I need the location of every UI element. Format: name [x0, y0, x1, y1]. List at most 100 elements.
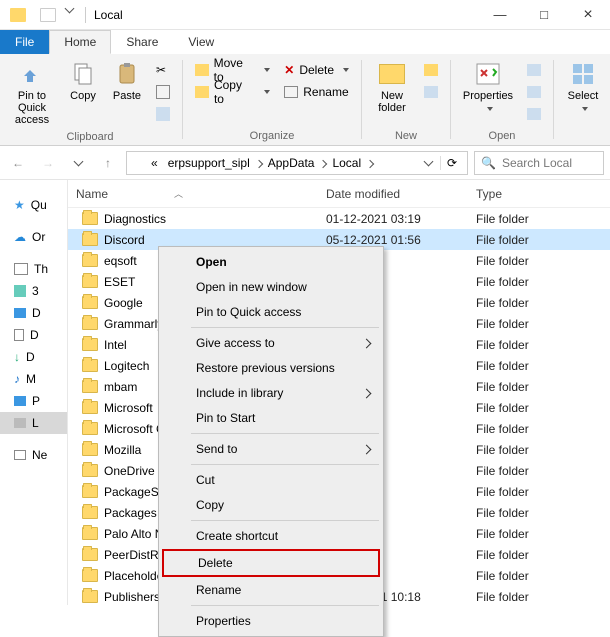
ribbon-tabs: File Home Share View: [0, 30, 610, 54]
address-bar[interactable]: « erpsupport_sipl AppData Local ⟳: [126, 151, 468, 175]
nav-documents[interactable]: D: [0, 324, 67, 346]
folder-icon: [82, 296, 98, 309]
sort-up-icon: ︿: [174, 187, 183, 200]
cm-properties[interactable]: Properties: [162, 609, 380, 633]
chevron-icon[interactable]: [320, 156, 326, 170]
chevron-icon[interactable]: [256, 156, 262, 170]
nav-desktop[interactable]: D: [0, 302, 67, 324]
tab-share[interactable]: Share: [111, 30, 173, 54]
paste-shortcut-button[interactable]: [150, 103, 176, 125]
cm-pin-start[interactable]: Pin to Start: [162, 406, 380, 430]
cm-give-access-to[interactable]: Give access to: [162, 331, 380, 355]
nav-3d-objects[interactable]: 3: [0, 280, 67, 302]
file-type: File folder: [476, 443, 610, 457]
folder-icon: [82, 443, 98, 456]
download-icon: ↓: [14, 350, 20, 364]
file-type: File folder: [476, 212, 610, 226]
copy-label: Copy: [70, 90, 96, 102]
properties-button[interactable]: Properties: [457, 57, 519, 128]
chevron-icon[interactable]: [367, 156, 373, 170]
copy-button[interactable]: Copy: [62, 57, 104, 129]
folder-icon: [82, 233, 98, 246]
history-button[interactable]: [521, 103, 547, 125]
breadcrumb-1[interactable]: erpsupport_sipl: [164, 156, 254, 170]
folder-icon: [82, 464, 98, 477]
cm-copy[interactable]: Copy: [162, 493, 380, 517]
column-type[interactable]: Type: [476, 187, 610, 201]
column-name[interactable]: Name︿: [68, 187, 326, 201]
cube-icon: [14, 285, 26, 297]
search-placeholder: Search Local: [502, 156, 572, 170]
cm-open[interactable]: Open: [162, 250, 380, 274]
easy-access-button[interactable]: [418, 81, 444, 103]
cm-rename[interactable]: Rename: [162, 578, 380, 602]
select-icon: [571, 62, 595, 86]
up-button[interactable]: ↑: [96, 151, 120, 175]
delete-ribbon-label: Delete: [299, 63, 334, 77]
nav-music[interactable]: ♪M: [0, 368, 67, 390]
tab-home[interactable]: Home: [49, 30, 111, 54]
cm-open-new-window[interactable]: Open in new window: [162, 275, 380, 299]
cm-send-to[interactable]: Send to: [162, 437, 380, 461]
copyto-icon: [195, 86, 209, 98]
paste-button[interactable]: Paste: [106, 57, 148, 129]
close-button[interactable]: ×: [566, 0, 610, 30]
star-icon: ★: [14, 198, 25, 212]
delete-button[interactable]: ✕ Delete: [278, 59, 355, 81]
address-dropdown-icon[interactable]: [423, 156, 433, 166]
cut-button[interactable]: ✂: [150, 59, 176, 81]
nav-label: D: [32, 306, 41, 320]
music-icon: ♪: [14, 372, 20, 386]
organize-group-label: Organize: [189, 128, 355, 145]
breadcrumb-3[interactable]: Local: [328, 156, 365, 170]
cm-pin-quick-access[interactable]: Pin to Quick access: [162, 300, 380, 324]
nav-pictures[interactable]: P: [0, 390, 67, 412]
maximize-button[interactable]: □: [522, 0, 566, 30]
refresh-button[interactable]: ⟳: [440, 156, 463, 170]
dropdown-icon[interactable]: [65, 3, 75, 13]
nav-local-disk[interactable]: L: [0, 412, 67, 434]
pin-to-quick-access-button[interactable]: Pin to Quick access: [4, 57, 60, 129]
file-row[interactable]: Diagnostics01-12-2021 03:19File folder: [68, 208, 610, 229]
file-type: File folder: [476, 464, 610, 478]
folder-icon: [82, 590, 98, 603]
folder-icon: [82, 380, 98, 393]
breadcrumb-2[interactable]: AppData: [264, 156, 319, 170]
copy-path-button[interactable]: [150, 81, 176, 103]
new-folder-button[interactable]: New folder: [368, 57, 416, 128]
folder-icon: [82, 527, 98, 540]
forward-button[interactable]: →: [36, 151, 60, 175]
cm-create-shortcut[interactable]: Create shortcut: [162, 524, 380, 548]
cm-cut[interactable]: Cut: [162, 468, 380, 492]
nav-quick-access[interactable]: ★Qu: [0, 194, 67, 216]
edit-button[interactable]: [521, 81, 547, 103]
minimize-button[interactable]: —: [478, 0, 522, 30]
select-button[interactable]: Select: [560, 57, 606, 140]
breadcrumb-overflow[interactable]: «: [147, 156, 162, 170]
delete-icon: ✕: [284, 63, 294, 77]
recent-dropdown[interactable]: [66, 151, 90, 175]
file-type: File folder: [476, 569, 610, 583]
separator: [191, 605, 379, 606]
cm-restore-previous[interactable]: Restore previous versions: [162, 356, 380, 380]
nav-this-pc[interactable]: Th: [0, 258, 67, 280]
cm-delete[interactable]: Delete: [162, 549, 380, 577]
nav-downloads[interactable]: ↓D: [0, 346, 67, 368]
open-dropdown-button[interactable]: [521, 59, 547, 81]
file-type: File folder: [476, 317, 610, 331]
search-input[interactable]: 🔍 Search Local: [474, 151, 604, 175]
file-type: File folder: [476, 422, 610, 436]
back-button[interactable]: ←: [6, 151, 30, 175]
tab-view[interactable]: View: [173, 30, 229, 54]
nav-network[interactable]: Ne: [0, 444, 67, 466]
separator: [553, 60, 554, 139]
separator: [361, 60, 362, 139]
copy-to-button[interactable]: Copy to: [189, 81, 276, 103]
column-date[interactable]: Date modified: [326, 187, 476, 201]
cm-include-library[interactable]: Include in library: [162, 381, 380, 405]
rename-button[interactable]: Rename: [278, 81, 355, 103]
pin-icon: [20, 62, 44, 86]
new-item-button[interactable]: [418, 59, 444, 81]
nav-onedrive[interactable]: ☁Or: [0, 226, 67, 248]
tab-file[interactable]: File: [0, 30, 49, 54]
